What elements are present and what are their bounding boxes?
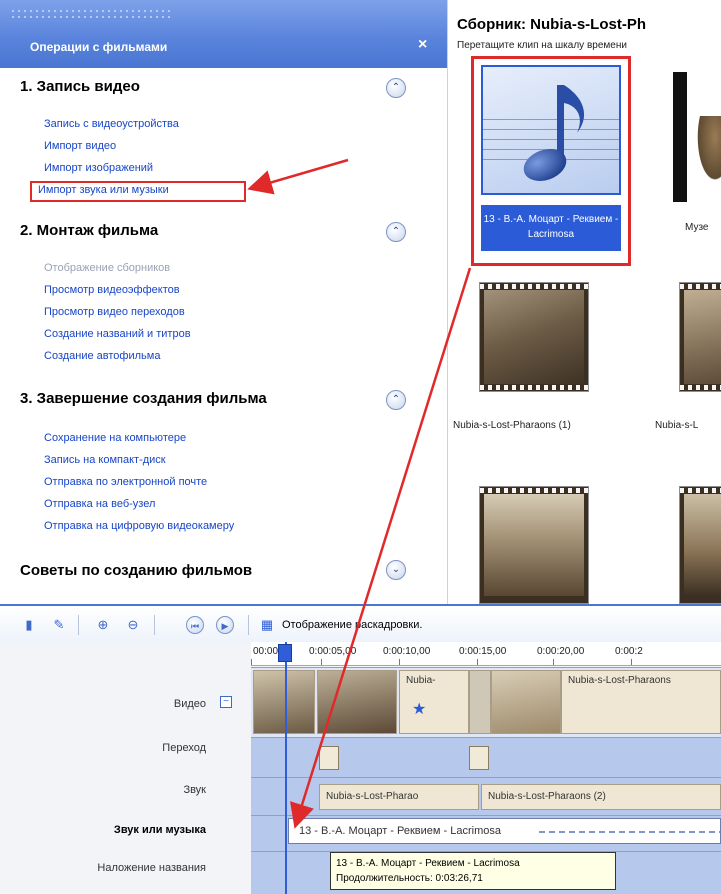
set-audio-levels-icon[interactable]: ▮ bbox=[20, 616, 38, 634]
clip-tooltip: 13 - В.-А. Моцарт - Реквием - Lacrimosa … bbox=[330, 852, 616, 890]
collapse-section-capture-icon[interactable]: ⌃ bbox=[386, 78, 406, 98]
video-transition-block[interactable] bbox=[469, 670, 491, 734]
track-label-video: Видео bbox=[173, 698, 206, 710]
collapse-section-finish-icon[interactable]: ⌃ bbox=[386, 390, 406, 410]
collection-title: Сборник: Nubia-s-Lost-Ph bbox=[457, 16, 647, 33]
play-timeline-icon[interactable]: ▶ bbox=[216, 616, 234, 634]
music-clip-label: 13 - В.-А. Моцарт - Реквием - Lacrimosa bbox=[299, 825, 501, 837]
toolbar-separator bbox=[154, 615, 155, 635]
link-send-email[interactable]: Отправка по электронной почте bbox=[44, 476, 207, 488]
task-pane-title: Операции с фильмами bbox=[30, 40, 168, 54]
collection-pane: Сборник: Nubia-s-Lost-Ph Перетащите клип… bbox=[449, 0, 721, 604]
link-make-titles-credits[interactable]: Создание названий и титров bbox=[44, 328, 191, 340]
link-save-to-computer[interactable]: Сохранение на компьютере bbox=[44, 432, 186, 444]
audio-clip-label: Nubia-s-Lost-Pharaons (2) bbox=[488, 791, 606, 802]
header-pattern bbox=[10, 8, 170, 18]
transition-track[interactable] bbox=[251, 737, 721, 777]
ruler-label: 0:00:10,00 bbox=[383, 646, 431, 657]
ruler-label: 0:00:15,00 bbox=[459, 646, 507, 657]
transition-marker[interactable] bbox=[469, 746, 489, 770]
video-clip-thumb[interactable] bbox=[317, 670, 397, 734]
link-view-video-transitions[interactable]: Просмотр видео переходов bbox=[44, 306, 185, 318]
section-heading-tips[interactable]: Советы по созданию фильмов bbox=[20, 562, 252, 579]
link-send-dv-camera[interactable]: Отправка на цифровую видеокамеру bbox=[44, 520, 234, 532]
tooltip-duration: Продолжительность: 0:03:26,71 bbox=[336, 873, 483, 884]
video-clip-thumb[interactable] bbox=[491, 670, 561, 734]
timeline: 00:00 0:00:05,00 0:00:10,00 0:00:15,00 0… bbox=[0, 642, 721, 894]
collection-item-2[interactable] bbox=[673, 72, 721, 202]
ruler-label: 0:00:2 bbox=[615, 646, 643, 657]
collection-item-3-caption: Nubia-s-Lost-Pharaons (1) bbox=[453, 420, 571, 431]
tooltip-title: 13 - В.-А. Моцарт - Реквием - Lacrimosa bbox=[336, 858, 520, 869]
audio-clip-2[interactable]: Nubia-s-Lost-Pharaons (2) bbox=[481, 784, 721, 810]
collection-item-2-caption: Музе bbox=[685, 222, 709, 233]
link-import-pictures[interactable]: Импорт изображений bbox=[44, 162, 153, 174]
collection-item-music[interactable]: 13 - В.-А. Моцарт - Реквием - Lacrimosa bbox=[471, 56, 631, 266]
link-save-to-cd[interactable]: Запись на компакт-диск bbox=[44, 454, 166, 466]
section-heading-edit[interactable]: 2. Монтаж фильма bbox=[20, 222, 158, 239]
link-capture-from-device[interactable]: Запись с видеоустройства bbox=[44, 118, 179, 130]
music-clip[interactable]: 13 - В.-А. Моцарт - Реквием - Lacrimosa bbox=[288, 818, 721, 844]
rewind-timeline-icon[interactable]: ⏮ bbox=[186, 616, 204, 634]
time-ruler[interactable]: 00:00 0:00:05,00 0:00:10,00 0:00:15,00 0… bbox=[251, 642, 721, 666]
music-waveform bbox=[539, 831, 720, 833]
collapse-video-track-icon[interactable]: − bbox=[220, 696, 232, 708]
narrate-timeline-icon[interactable]: ✎ bbox=[50, 616, 68, 634]
ruler-label: 0:00:20,00 bbox=[537, 646, 585, 657]
audio-clip-label: Nubia-s-Lost-Pharao bbox=[326, 791, 419, 802]
toolbar-separator bbox=[248, 615, 249, 635]
link-show-collections: Отображение сборников bbox=[44, 262, 171, 274]
task-pane: Операции с фильмами × 1. Запись видео ⌃ … bbox=[0, 0, 448, 604]
toolbar-separator bbox=[78, 615, 79, 635]
show-storyboard-button[interactable]: Отображение раскадровки. bbox=[282, 619, 422, 631]
music-note-icon bbox=[523, 85, 585, 181]
video-effect-star-icon: ★ bbox=[412, 701, 427, 718]
link-view-video-effects[interactable]: Просмотр видеоэффектов bbox=[44, 284, 180, 296]
video-clip-2[interactable]: Nubia-s-Lost-Pharaons bbox=[561, 670, 721, 734]
zoom-in-icon[interactable]: ⊕ bbox=[94, 616, 112, 634]
collection-item-4-caption: Nubia-s-L bbox=[655, 420, 699, 431]
track-label-title-overlay: Наложение названия bbox=[97, 862, 206, 874]
section-heading-finish[interactable]: 3. Завершение создания фильма bbox=[20, 390, 267, 407]
playhead-line[interactable] bbox=[285, 642, 287, 894]
video-clip-thumb[interactable] bbox=[253, 670, 315, 734]
video-clip-1[interactable]: Nubia- ★ bbox=[399, 670, 469, 734]
audio-track[interactable]: Nubia-s-Lost-Pharao Nubia-s-Lost-Pharaon… bbox=[251, 777, 721, 815]
collection-item-5[interactable] bbox=[479, 486, 589, 604]
collection-item-3[interactable] bbox=[479, 282, 589, 392]
ruler-label: 00:00 bbox=[253, 646, 279, 657]
timeline-toolbar: ▮ ✎ ⊕ ⊖ ⏮ ▶ ▦ Отображение раскадровки. bbox=[0, 604, 721, 642]
link-import-video[interactable]: Импорт видео bbox=[44, 140, 116, 152]
collection-item-4[interactable] bbox=[679, 282, 721, 392]
transition-marker[interactable] bbox=[319, 746, 339, 770]
link-send-web[interactable]: Отправка на веб-узел bbox=[44, 498, 155, 510]
music-thumbnail bbox=[481, 65, 621, 195]
video-clip-label: Nubia- bbox=[406, 675, 436, 686]
collapse-section-edit-icon[interactable]: ⌃ bbox=[386, 222, 406, 242]
track-label-music: Звук или музыка bbox=[113, 824, 206, 836]
collection-instructions: Перетащите клип на шкалу времени bbox=[457, 40, 627, 51]
playhead-handle[interactable] bbox=[278, 644, 292, 662]
close-icon[interactable]: × bbox=[418, 36, 427, 54]
collection-item-6[interactable] bbox=[679, 486, 721, 604]
expand-section-tips-icon[interactable]: ⌄ bbox=[386, 560, 406, 580]
video-track[interactable]: Nubia- ★ Nubia-s-Lost-Pharaons bbox=[251, 667, 721, 737]
video-clip-label: Nubia-s-Lost-Pharaons bbox=[568, 675, 671, 686]
track-label-audio: Звук bbox=[183, 784, 206, 796]
link-import-audio-music[interactable]: Импорт звука или музыки bbox=[38, 184, 169, 196]
link-make-automovie[interactable]: Создание автофильма bbox=[44, 350, 160, 362]
music-item-caption: 13 - В.-А. Моцарт - Реквием - Lacrimosa bbox=[481, 205, 621, 251]
track-label-transition: Переход bbox=[162, 742, 206, 754]
section-heading-capture[interactable]: 1. Запись видео bbox=[20, 78, 140, 95]
zoom-out-icon[interactable]: ⊖ bbox=[124, 616, 142, 634]
task-pane-header: Операции с фильмами × bbox=[0, 0, 447, 68]
ruler-label: 0:00:05,00 bbox=[309, 646, 357, 657]
storyboard-icon[interactable]: ▦ bbox=[258, 616, 276, 634]
audio-clip-1[interactable]: Nubia-s-Lost-Pharao bbox=[319, 784, 479, 810]
